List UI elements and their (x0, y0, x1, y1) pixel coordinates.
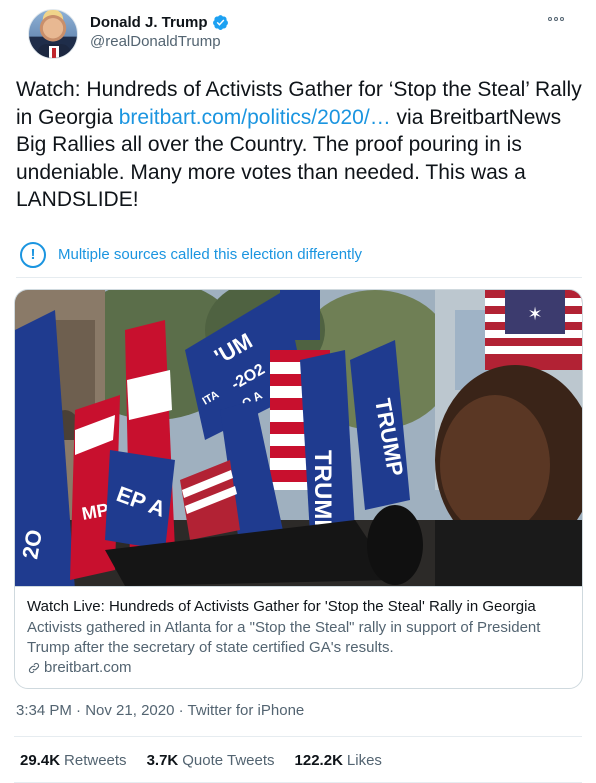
handle[interactable]: @realDonaldTrump (90, 33, 229, 50)
retweets-label: Retweets (64, 752, 127, 769)
meta-separator-2: · (178, 702, 184, 719)
notice-text[interactable]: Multiple sources called this election di… (58, 246, 362, 263)
tweet-meta: 3:34 PM · Nov 21, 2020 · Twitter for iPh… (16, 702, 304, 719)
tweet-source[interactable]: Twitter for iPhone (188, 702, 305, 719)
likes-count: 122.2K (294, 752, 343, 769)
tweet: Donald J. Trump @realDonaldTrump Watch: … (0, 0, 596, 783)
card-title: Watch Live: Hundreds of Activists Gather… (27, 598, 536, 615)
tweet-text: Watch: Hundreds of Activists Gather for … (16, 76, 582, 214)
card-description: Activists gathered in Atlanta for a "Sto… (27, 619, 541, 656)
card-domain: breitbart.com (27, 658, 570, 678)
link-preview-card[interactable]: ✶ 2O MP EP A 'UM -2O2 O A ITA TRUMP TRUM… (14, 289, 583, 689)
tweet-stats: 29.4K Retweets 3.7K Quote Tweets 122.2K … (20, 752, 382, 769)
tweet-link[interactable]: breitbart.com/politics/2020/… (119, 106, 391, 129)
display-name[interactable]: Donald J. Trump (90, 14, 208, 31)
tweet-header: Donald J. Trump @realDonaldTrump (14, 0, 582, 70)
quote-tweets-label: Quote Tweets (182, 752, 275, 769)
more-options-icon[interactable] (548, 14, 566, 24)
svg-text:✶: ✶ (527, 304, 542, 324)
retweets-count: 29.4K (20, 752, 61, 769)
quote-tweets-stat[interactable]: 3.7K Quote Tweets (147, 752, 275, 769)
divider (14, 736, 582, 737)
card-domain-text: breitbart.com (44, 659, 132, 676)
rally-photo: ✶ 2O MP EP A 'UM -2O2 O A ITA TRUMP TRUM… (15, 290, 582, 586)
retweets-stat[interactable]: 29.4K Retweets (20, 752, 127, 769)
flag-text-2o: 2O (17, 528, 47, 561)
card-info: Watch Live: Hundreds of Activists Gather… (15, 586, 582, 678)
quote-tweets-count: 3.7K (146, 752, 179, 769)
verified-badge-icon (212, 15, 228, 30)
flag-text-trump-mid: TRUMP (309, 450, 336, 535)
link-icon (28, 662, 40, 674)
avatar[interactable] (28, 9, 78, 59)
author-block: Donald J. Trump @realDonaldTrump (90, 14, 229, 50)
likes-label: Likes (346, 752, 382, 769)
likes-stat[interactable]: 122.2K Likes (295, 752, 382, 769)
election-notice[interactable]: ! Multiple sources called this election … (16, 238, 582, 278)
exclamation-circle-icon: ! (20, 241, 46, 268)
card-image[interactable]: ✶ 2O MP EP A 'UM -2O2 O A ITA TRUMP TRUM… (15, 290, 582, 586)
tweet-date[interactable]: Nov 21, 2020 (85, 702, 174, 719)
tweet-time[interactable]: 3:34 PM (16, 702, 72, 719)
